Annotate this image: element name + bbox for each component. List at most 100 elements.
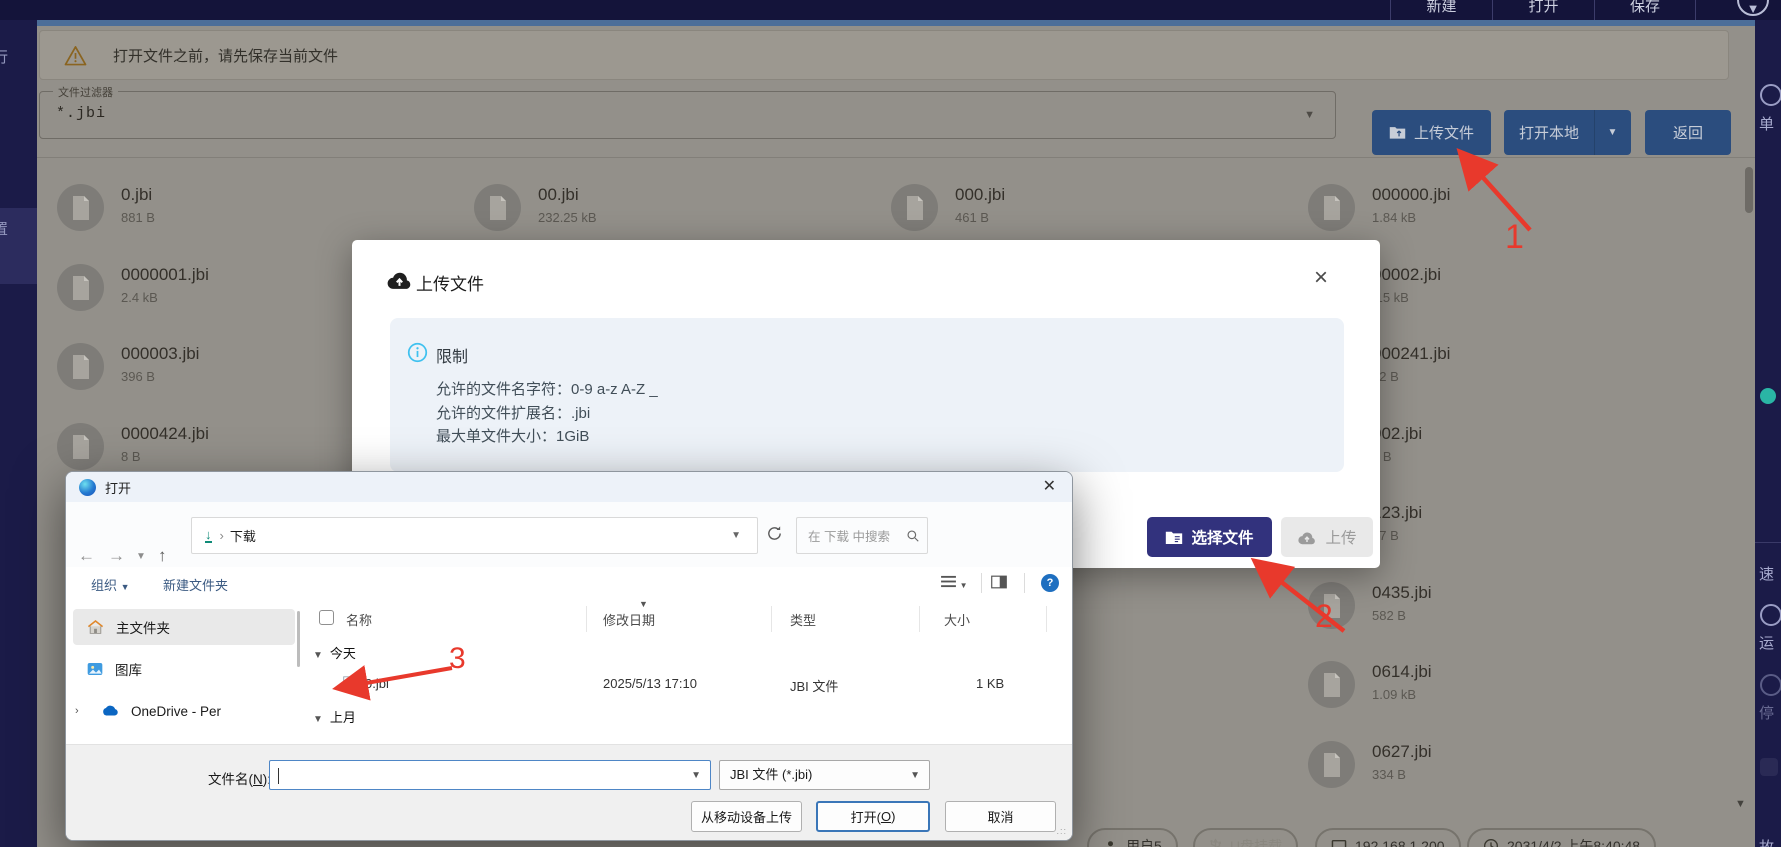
status-pill-label: 用户5 (1126, 836, 1162, 847)
group-chevron-icon[interactable]: ▼ (313, 714, 323, 725)
top-tab[interactable]: 新建 (1390, 0, 1492, 20)
top-tab[interactable]: 打开 (1492, 0, 1594, 20)
open-button[interactable]: 打开(O) (816, 801, 930, 832)
choose-file-label: 选择文件 (1191, 526, 1253, 548)
forward-arrow-icon[interactable]: → (108, 546, 125, 566)
sort-chevron-icon[interactable]: ▼ (639, 599, 648, 609)
table-row[interactable]: 0.jbi2025/5/13 17:10JBI 文件1 KB (303, 669, 1073, 699)
back-button[interactable]: 返回 (1645, 110, 1731, 155)
select-all-checkbox[interactable] (319, 610, 334, 625)
status-pill[interactable]: 用户5 (1087, 828, 1178, 847)
column-header[interactable]: 类型 (790, 610, 816, 629)
search-icon[interactable] (906, 529, 920, 543)
right-rail-item[interactable]: 单 (1759, 113, 1774, 134)
right-rail-circle-icon[interactable] (1760, 84, 1781, 106)
scrollbar-down-icon[interactable]: ▼ (1735, 798, 1746, 810)
divider (981, 573, 982, 593)
file-size: 1.84 kB (1372, 210, 1416, 225)
sidebar-item-home[interactable]: 主文件夹 (73, 609, 295, 645)
status-pill[interactable]: 2031/4/2 上午8:40:48 (1467, 828, 1656, 847)
file-name: 000.jbi (955, 185, 1005, 205)
organize-menu[interactable]: 组织 ▼ (91, 575, 130, 594)
file-item[interactable]: 0614.jbi1.09 kB (1308, 661, 1708, 723)
file-item[interactable]: 0.jbi881 B (57, 184, 457, 246)
refresh-icon[interactable] (766, 525, 783, 547)
back-label: 返回 (1673, 122, 1703, 143)
back-arrow-icon[interactable]: ← (78, 546, 95, 566)
cancel-button[interactable]: 取消 (945, 801, 1056, 832)
command-bar: 组织 ▼ 新建文件夹 ▼ ? (66, 567, 1072, 601)
file-icon (57, 264, 104, 311)
warning-text: 打开文件之前，请先保存当前文件 (113, 45, 338, 66)
status-pill[interactable]: 192.168.1.200 (1315, 828, 1461, 847)
new-folder-button[interactable]: 新建文件夹 (163, 575, 228, 594)
column-header[interactable]: 修改日期 (603, 610, 655, 629)
upload-button-disabled[interactable]: 上传 (1281, 517, 1373, 557)
file-item[interactable]: 0627.jbi334 B (1308, 741, 1708, 803)
close-icon[interactable]: ✕ (1043, 476, 1056, 496)
address-bar[interactable]: ↓ › 下载 ▼ (191, 517, 758, 554)
sidebar-item-label: OneDrive - Per (131, 704, 221, 719)
preview-pane-icon[interactable] (991, 575, 1007, 592)
open-local-split-button[interactable]: 打开本地 ▼ (1504, 110, 1631, 155)
dialog-titlebar[interactable]: 打开 ✕ (66, 472, 1072, 502)
divider (37, 157, 1755, 158)
resize-grip[interactable]: .:: (1056, 826, 1067, 836)
right-rail-icon[interactable] (1760, 758, 1778, 776)
user-icon (1103, 839, 1118, 847)
file-item[interactable]: 000000.jbi 1.84 kB (1308, 184, 1708, 246)
up-arrow-icon[interactable]: ↑ (158, 546, 167, 566)
mobile-upload-button[interactable]: 从移动设备上传 (691, 801, 802, 832)
row-date: 2025/5/13 17:10 (603, 676, 697, 691)
filetype-value: JBI 文件 (*.jbi) (730, 767, 812, 782)
sidebar-scrollbar-thumb[interactable] (297, 611, 300, 667)
column-header[interactable]: 大小 (944, 610, 970, 629)
file-icon (891, 184, 938, 231)
breadcrumb[interactable]: 下载 (230, 526, 256, 545)
filename-dropdown-icon[interactable]: ▼ (691, 770, 701, 781)
top-tab[interactable]: 保存 (1594, 0, 1696, 20)
group-label: 上月 (330, 710, 356, 725)
filetype-dropdown-icon[interactable]: ▼ (910, 762, 920, 790)
sidebar-item-gallery[interactable]: 图库 (73, 651, 295, 687)
right-rail-item[interactable]: 停 (1759, 702, 1774, 723)
expander-chevron-icon[interactable]: › (75, 705, 87, 717)
choose-file-button[interactable]: 选择文件 (1147, 517, 1272, 557)
filetype-select[interactable]: JBI 文件 (*.jbi) ▼ (719, 760, 930, 790)
view-list-icon[interactable]: ▼ (941, 575, 968, 591)
left-rail: 行置 (0, 20, 37, 847)
close-icon[interactable]: × (1314, 264, 1328, 292)
sidebar-item-onedrive[interactable]: › OneDrive - Per (73, 693, 295, 729)
open-local-label[interactable]: 打开本地 (1505, 110, 1594, 155)
chevron-down-icon[interactable]: ▼ (1304, 109, 1315, 121)
upload-file-button[interactable]: 上传文件 (1372, 110, 1491, 155)
address-dropdown-icon[interactable]: ▼ (731, 530, 741, 541)
file-item[interactable]: 00.jbi232.25 kB (474, 184, 874, 246)
file-icon (57, 343, 104, 390)
right-rail-circle-icon[interactable] (1760, 674, 1781, 696)
file-name: 000000.jbi (1372, 185, 1450, 205)
collapse-chevron-icon[interactable]: ▼ (1737, 0, 1769, 16)
status-pill[interactable]: U盘挂载 (1193, 828, 1298, 847)
scrollbar-thumb[interactable] (1745, 167, 1753, 213)
right-rail-item[interactable]: 运 (1759, 632, 1774, 653)
upload-label: 上传 (1325, 526, 1356, 548)
file-filter-field[interactable]: 文件过滤器 *.jbi ▼ (39, 91, 1336, 139)
help-icon[interactable]: ? (1041, 574, 1059, 592)
divider (919, 606, 920, 632)
group-chevron-icon[interactable]: ▼ (313, 650, 323, 661)
right-rail-circle-icon[interactable] (1760, 604, 1781, 626)
group-header[interactable]: ▼今天 (313, 643, 356, 662)
file-item[interactable]: 000.jbi461 B (891, 184, 1291, 246)
filename-input[interactable]: ▼ (269, 760, 711, 790)
file-icon (57, 423, 104, 470)
open-local-dropdown[interactable]: ▼ (1594, 110, 1631, 155)
file-item[interactable]: 0435.jbi582 B (1308, 582, 1708, 644)
column-header[interactable]: 名称 (346, 610, 372, 629)
search-input[interactable]: 在 下载 中搜索 (796, 517, 928, 554)
recent-locations-chevron-icon[interactable]: ▼ (136, 551, 146, 562)
right-rail-item[interactable]: 故 (1759, 836, 1774, 847)
right-rail-item[interactable]: 速 (1759, 563, 1774, 584)
group-header[interactable]: ▼ 上月 (313, 707, 356, 726)
left-rail-fragment: 置 (0, 218, 8, 239)
